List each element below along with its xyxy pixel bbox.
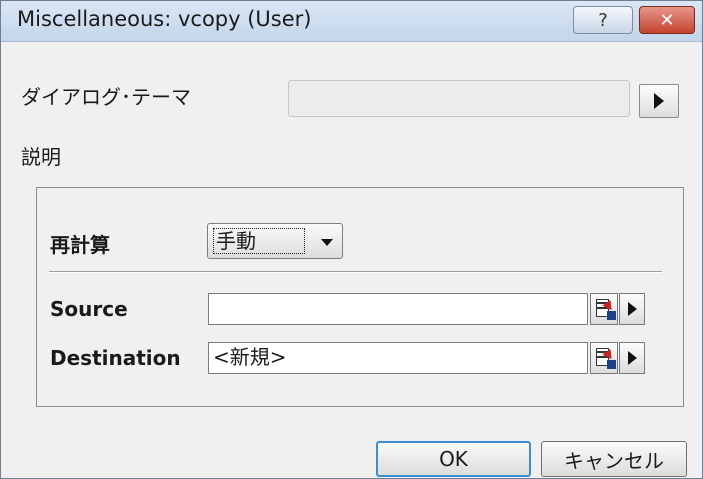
window-title: Miscellaneous: vcopy (User) xyxy=(17,7,312,31)
cancel-button[interactable]: キャンセル xyxy=(541,441,687,477)
help-button[interactable]: ? xyxy=(573,6,633,34)
destination-input[interactable]: <新規> xyxy=(208,342,588,374)
help-icon: ? xyxy=(598,9,608,31)
destination-menu-button[interactable] xyxy=(619,342,645,374)
recalculate-dropdown[interactable]: 手動 xyxy=(207,223,343,259)
source-label: Source xyxy=(50,297,128,321)
dialog-theme-field[interactable] xyxy=(288,80,630,117)
close-button[interactable]: ✕ xyxy=(639,6,695,34)
selection-block-icon xyxy=(607,311,616,320)
ok-button[interactable]: OK xyxy=(376,441,531,477)
triangle-right-icon xyxy=(627,302,637,316)
destination-select-range-button[interactable] xyxy=(590,342,618,374)
dialog-theme-menu-button[interactable] xyxy=(639,84,679,118)
recalculate-selected-value: 手動 xyxy=(213,228,305,254)
description-label: 説明 xyxy=(21,145,61,169)
dialog-window: Miscellaneous: vcopy (User) ? ✕ ダイアログ･テー… xyxy=(0,0,703,479)
title-bar[interactable]: Miscellaneous: vcopy (User) ? ✕ xyxy=(1,1,702,42)
source-input[interactable] xyxy=(208,293,588,325)
triangle-right-icon xyxy=(627,351,637,365)
chevron-down-icon xyxy=(321,239,333,246)
triangle-right-icon xyxy=(654,93,664,109)
recalculate-label: 再計算 xyxy=(50,233,110,257)
selection-block-icon xyxy=(607,360,616,369)
close-icon: ✕ xyxy=(659,9,675,31)
separator-line xyxy=(49,271,662,273)
destination-label: Destination xyxy=(50,346,181,370)
source-menu-button[interactable] xyxy=(619,293,645,325)
source-select-range-button[interactable] xyxy=(590,293,618,325)
dialog-theme-label: ダイアログ･テーマ xyxy=(21,85,191,109)
